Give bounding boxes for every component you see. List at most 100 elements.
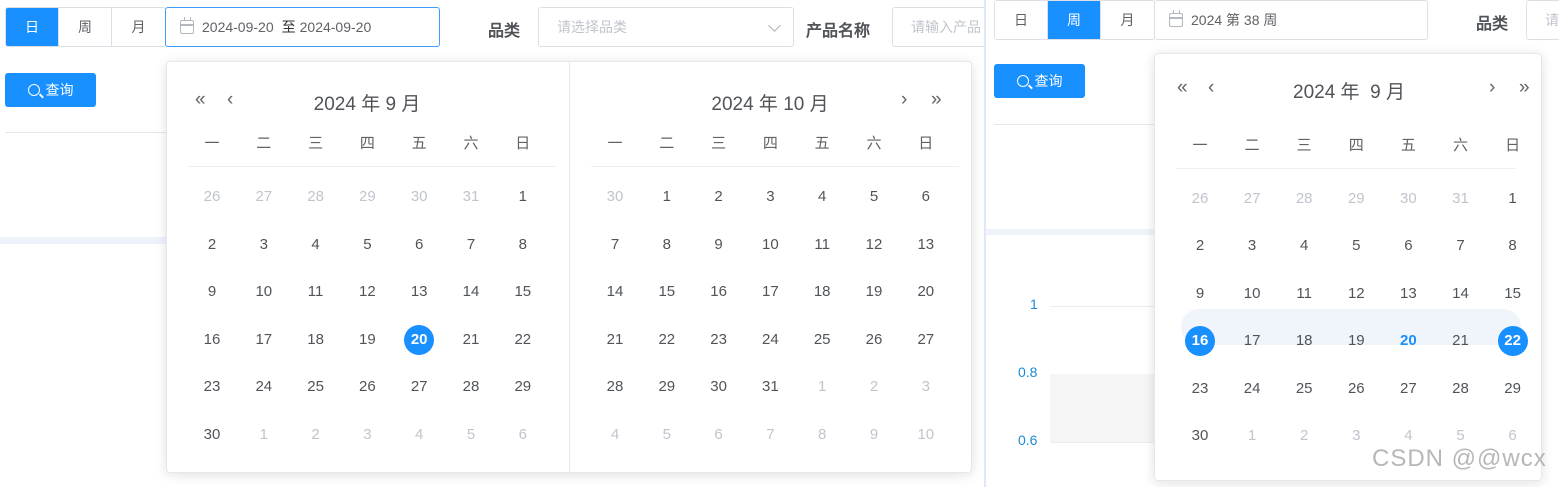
calendar-day[interactable]: 29: [349, 182, 385, 212]
calendar-day[interactable]: 12: [1338, 279, 1374, 309]
calendar-day[interactable]: 20: [908, 277, 944, 307]
calendar-day[interactable]: 31: [752, 372, 788, 402]
calendar-day[interactable]: 16: [194, 325, 230, 355]
calendar-day[interactable]: 28: [597, 372, 633, 402]
calendar-day[interactable]: 15: [649, 277, 685, 307]
product-name-input[interactable]: 请输入产品: [892, 7, 984, 47]
mode-day-button[interactable]: 日: [995, 1, 1048, 39]
calendar-day[interactable]: 27: [908, 325, 944, 355]
calendar-day[interactable]: 2: [701, 182, 737, 212]
date-range-input[interactable]: 2024-09-20 至 2024-09-20: [165, 7, 440, 47]
calendar-day[interactable]: 30: [701, 372, 737, 402]
mode-day-button[interactable]: 日: [6, 8, 59, 46]
calendar-day[interactable]: 25: [298, 372, 334, 402]
prev-month-icon[interactable]: ‹: [1208, 78, 1214, 98]
calendar-day[interactable]: 21: [597, 325, 633, 355]
mode-week-button[interactable]: 周: [1048, 1, 1101, 39]
calendar-day[interactable]: 29: [1495, 374, 1531, 404]
calendar-day[interactable]: 28: [453, 372, 489, 402]
calendar-day[interactable]: 13: [401, 277, 437, 307]
calendar-day[interactable]: 1: [505, 182, 541, 212]
mode-week-button[interactable]: 周: [59, 8, 112, 46]
calendar-day[interactable]: 25: [1286, 374, 1322, 404]
calendar-day[interactable]: 3: [752, 182, 788, 212]
calendar-day[interactable]: 29: [649, 372, 685, 402]
calendar-day[interactable]: 3: [349, 420, 385, 450]
calendar-day[interactable]: 28: [1286, 184, 1322, 214]
calendar-day[interactable]: 26: [194, 182, 230, 212]
selected-day[interactable]: 20: [404, 324, 435, 355]
calendar-day[interactable]: 7: [752, 420, 788, 450]
prev-year-icon[interactable]: «: [195, 90, 206, 110]
calendar-day[interactable]: 20: [1390, 326, 1426, 356]
calendar-day[interactable]: 5: [1338, 231, 1374, 261]
calendar-day[interactable]: 6: [701, 420, 737, 450]
calendar-day[interactable]: 9: [701, 230, 737, 260]
calendar-day[interactable]: 22: [649, 325, 685, 355]
calendar-day[interactable]: 4: [1286, 231, 1322, 261]
calendar-day[interactable]: 17: [246, 325, 282, 355]
calendar-day[interactable]: 1: [649, 182, 685, 212]
calendar-day[interactable]: 31: [453, 182, 489, 212]
selected-day[interactable]: 22: [1497, 326, 1528, 357]
calendar-day[interactable]: 17: [1234, 326, 1270, 356]
calendar-day[interactable]: 21: [453, 325, 489, 355]
calendar-day[interactable]: 14: [453, 277, 489, 307]
calendar-day[interactable]: 19: [1338, 326, 1374, 356]
calendar-day[interactable]: 1: [1234, 421, 1270, 451]
mode-month-button[interactable]: 月: [112, 8, 165, 46]
calendar-day[interactable]: 10: [908, 420, 944, 450]
calendar-day[interactable]: 1: [804, 372, 840, 402]
prev-month-icon[interactable]: ‹: [227, 90, 233, 110]
calendar-day[interactable]: 11: [298, 277, 334, 307]
calendar-day[interactable]: 2: [194, 230, 230, 260]
calendar-day[interactable]: 22: [505, 325, 541, 355]
calendar-day[interactable]: 14: [1443, 279, 1479, 309]
calendar-day[interactable]: 8: [505, 230, 541, 260]
calendar-day[interactable]: 27: [1390, 374, 1426, 404]
next-year-icon[interactable]: »: [931, 90, 942, 110]
calendar-day[interactable]: 4: [401, 420, 437, 450]
calendar-day[interactable]: 2: [1286, 421, 1322, 451]
calendar-day[interactable]: 30: [194, 420, 230, 450]
query-button[interactable]: 查询: [5, 73, 96, 107]
calendar-day[interactable]: 7: [1443, 231, 1479, 261]
calendar-day[interactable]: 7: [453, 230, 489, 260]
calendar-day[interactable]: 6: [908, 182, 944, 212]
calendar-day[interactable]: 26: [1338, 374, 1374, 404]
calendar-day[interactable]: 29: [505, 372, 541, 402]
calendar-day[interactable]: 5: [649, 420, 685, 450]
selected-day[interactable]: 16: [1185, 326, 1215, 357]
query-button[interactable]: 查询: [994, 64, 1085, 98]
calendar-day[interactable]: 16: [701, 277, 737, 307]
calendar-day[interactable]: 5: [349, 230, 385, 260]
mode-month-button[interactable]: 月: [1101, 1, 1154, 39]
calendar-day[interactable]: 6: [505, 420, 541, 450]
next-month-icon[interactable]: ›: [1489, 78, 1495, 98]
calendar-day[interactable]: 19: [856, 277, 892, 307]
calendar-day[interactable]: 23: [701, 325, 737, 355]
calendar-day[interactable]: 12: [856, 230, 892, 260]
calendar-day[interactable]: 4: [804, 182, 840, 212]
calendar-day[interactable]: 23: [1182, 374, 1218, 404]
calendar-day[interactable]: 25: [804, 325, 840, 355]
calendar-day[interactable]: 13: [1390, 279, 1426, 309]
calendar-day[interactable]: 1: [1495, 184, 1531, 214]
calendar-day[interactable]: 7: [597, 230, 633, 260]
calendar-day[interactable]: 24: [752, 325, 788, 355]
calendar-day[interactable]: 30: [401, 182, 437, 212]
calendar-day[interactable]: 28: [1443, 374, 1479, 404]
calendar-day[interactable]: 4: [298, 230, 334, 260]
calendar-day[interactable]: 26: [1182, 184, 1218, 214]
calendar-day[interactable]: 9: [194, 277, 230, 307]
category-select[interactable]: 请: [1526, 0, 1559, 40]
week-picker-input[interactable]: 2024 第 38 周: [1154, 0, 1428, 40]
category-select[interactable]: 请选择品类: [538, 7, 794, 47]
calendar-day[interactable]: 11: [804, 230, 840, 260]
calendar-day[interactable]: 27: [401, 372, 437, 402]
calendar-day[interactable]: 9: [856, 420, 892, 450]
calendar-day[interactable]: 29: [1338, 184, 1374, 214]
next-year-icon[interactable]: »: [1519, 78, 1530, 98]
calendar-day[interactable]: 21: [1443, 326, 1479, 356]
calendar-day[interactable]: 2: [298, 420, 334, 450]
